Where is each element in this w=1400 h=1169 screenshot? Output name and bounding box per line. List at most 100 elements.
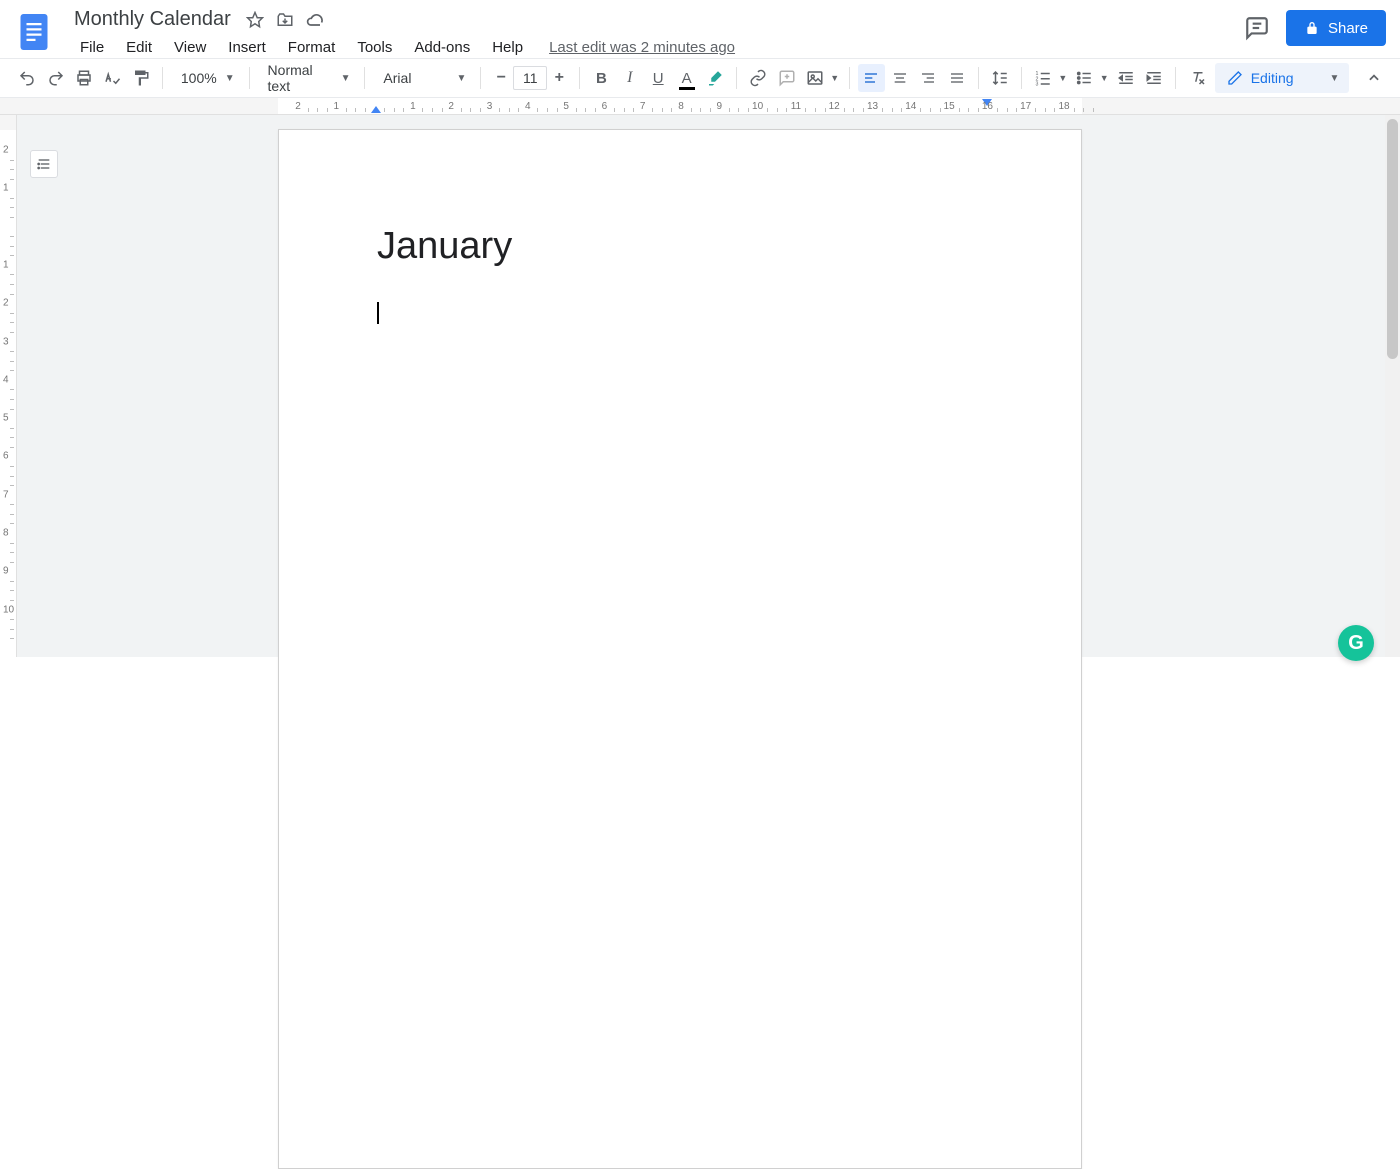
menu-tools[interactable]: Tools xyxy=(347,35,402,60)
svg-text:3: 3 xyxy=(1036,82,1039,88)
undo-button[interactable] xyxy=(14,64,40,92)
menu-edit[interactable]: Edit xyxy=(116,35,162,60)
align-center-button[interactable] xyxy=(887,64,913,92)
document-heading[interactable]: January xyxy=(377,225,983,268)
open-comments-icon[interactable] xyxy=(1240,11,1274,45)
font-size-increase-button[interactable]: + xyxy=(547,65,571,91)
ruler-tick: 14 xyxy=(905,101,916,112)
zoom-select[interactable]: 100%▼ xyxy=(171,64,241,92)
spellcheck-button[interactable] xyxy=(99,64,125,92)
italic-button[interactable]: I xyxy=(617,64,643,92)
highlight-color-button[interactable] xyxy=(702,64,728,92)
titlebar: Monthly Calendar File Edit View Insert F… xyxy=(0,0,1400,58)
move-icon[interactable] xyxy=(275,10,295,30)
ruler-tick: 16 xyxy=(982,101,993,112)
ruler-tick: 13 xyxy=(867,101,878,112)
ruler-tick: 17 xyxy=(1020,101,1031,112)
last-edit-link[interactable]: Last edit was 2 minutes ago xyxy=(549,39,735,56)
print-button[interactable] xyxy=(71,64,97,92)
ruler-tick: 3 xyxy=(3,336,9,347)
ruler-tick: 8 xyxy=(678,101,684,112)
add-comment-button[interactable] xyxy=(774,64,800,92)
ruler-tick: 15 xyxy=(944,101,955,112)
align-right-button[interactable] xyxy=(915,64,941,92)
ruler-tick: 1 xyxy=(334,101,340,112)
paragraph-style-select[interactable]: Normal text▼ xyxy=(258,64,357,92)
hide-menus-button[interactable] xyxy=(1361,65,1386,91)
clear-formatting-button[interactable] xyxy=(1184,64,1210,92)
ruler-tick: 9 xyxy=(717,101,723,112)
toolbar: 100%▼ Normal text▼ Arial▼ − + B I U A ▼ … xyxy=(0,58,1400,98)
ruler-tick: 9 xyxy=(3,566,9,577)
bulleted-list-dropdown[interactable]: ▼ xyxy=(1098,69,1111,87)
document-page[interactable]: January xyxy=(278,129,1082,1169)
ruler-tick: 18 xyxy=(1058,101,1069,112)
ruler-tick: 10 xyxy=(3,604,14,615)
align-left-button[interactable] xyxy=(858,64,884,92)
ruler-tick: 2 xyxy=(448,101,454,112)
pencil-icon xyxy=(1227,70,1243,86)
editing-mode-label: Editing xyxy=(1251,70,1294,86)
font-select[interactable]: Arial▼ xyxy=(373,64,472,92)
line-spacing-button[interactable] xyxy=(987,64,1013,92)
ruler-tick: 5 xyxy=(3,413,9,424)
ruler-tick: 12 xyxy=(829,101,840,112)
star-icon[interactable] xyxy=(245,10,265,30)
ruler-tick: 4 xyxy=(3,374,9,385)
paragraph-style-value: Normal text xyxy=(268,62,333,94)
workspace: 2112345678910 January G xyxy=(0,115,1400,657)
font-size-input[interactable] xyxy=(513,66,547,90)
vertical-ruler[interactable]: 2112345678910 xyxy=(0,115,17,657)
grammarly-badge[interactable]: G xyxy=(1338,625,1374,661)
editing-mode-select[interactable]: Editing ▼ xyxy=(1215,63,1350,93)
menu-file[interactable]: File xyxy=(70,35,114,60)
numbered-list-button[interactable]: 123 xyxy=(1030,64,1056,92)
ruler-tick: 4 xyxy=(525,101,531,112)
horizontal-ruler[interactable]: 21123456789101112131415161718 xyxy=(0,98,1400,115)
ruler-tick: 2 xyxy=(3,145,9,156)
share-button[interactable]: Share xyxy=(1286,10,1386,46)
menu-addons[interactable]: Add-ons xyxy=(404,35,480,60)
ruler-tick: 1 xyxy=(3,183,9,194)
cloud-status-icon[interactable] xyxy=(305,10,325,30)
ruler-tick: 7 xyxy=(640,101,646,112)
first-line-indent-marker[interactable] xyxy=(371,106,381,113)
menu-format[interactable]: Format xyxy=(278,35,346,60)
paint-format-button[interactable] xyxy=(128,64,154,92)
decrease-indent-button[interactable] xyxy=(1113,64,1139,92)
align-justify-button[interactable] xyxy=(943,64,969,92)
menu-insert[interactable]: Insert xyxy=(218,35,276,60)
share-label: Share xyxy=(1328,20,1368,37)
menu-view[interactable]: View xyxy=(164,35,216,60)
underline-button[interactable]: U xyxy=(645,64,671,92)
font-size-control: − + xyxy=(489,65,571,91)
bold-button[interactable]: B xyxy=(588,64,614,92)
ruler-tick: 6 xyxy=(602,101,608,112)
insert-link-button[interactable] xyxy=(745,64,771,92)
lock-icon xyxy=(1304,20,1320,36)
ruler-tick: 2 xyxy=(3,298,9,309)
ruler-tick: 2 xyxy=(295,101,301,112)
font-size-decrease-button[interactable]: − xyxy=(489,65,513,91)
scrollbar-thumb[interactable] xyxy=(1387,119,1398,359)
ruler-tick: 1 xyxy=(410,101,416,112)
insert-image-button[interactable] xyxy=(802,64,828,92)
ruler-tick: 7 xyxy=(3,489,9,500)
insert-image-dropdown[interactable]: ▼ xyxy=(828,69,841,87)
text-cursor-line[interactable] xyxy=(377,302,983,324)
show-outline-button[interactable] xyxy=(30,150,58,178)
bulleted-list-button[interactable] xyxy=(1071,64,1097,92)
docs-home-icon[interactable] xyxy=(14,8,54,56)
numbered-list-dropdown[interactable]: ▼ xyxy=(1056,69,1069,87)
redo-button[interactable] xyxy=(42,64,68,92)
doc-title[interactable]: Monthly Calendar xyxy=(70,6,235,33)
text-color-button[interactable]: A xyxy=(673,64,699,92)
ruler-tick: 1 xyxy=(3,259,9,270)
menu-help[interactable]: Help xyxy=(482,35,533,60)
ruler-tick: 10 xyxy=(752,101,763,112)
increase-indent-button[interactable] xyxy=(1141,64,1167,92)
ruler-tick: 6 xyxy=(3,451,9,462)
ruler-tick: 5 xyxy=(563,101,569,112)
vertical-scrollbar[interactable] xyxy=(1385,115,1400,657)
ruler-tick: 11 xyxy=(791,101,801,112)
